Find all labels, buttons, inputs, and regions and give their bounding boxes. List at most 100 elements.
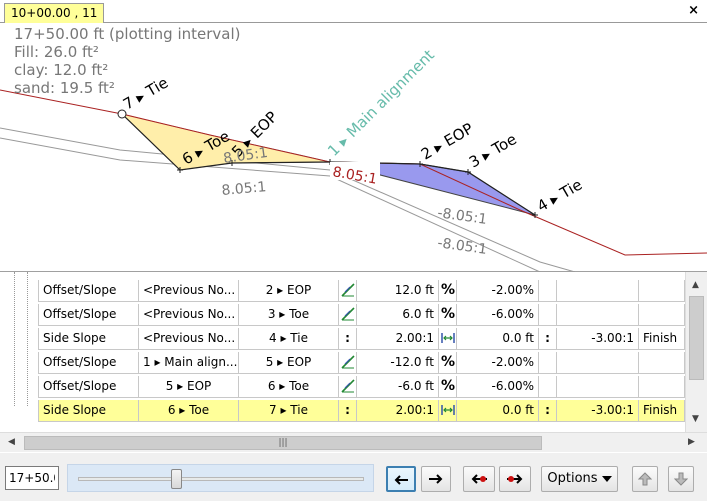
cell-icon-3 xyxy=(539,352,557,374)
slope-label-c: -8.05:1 xyxy=(436,205,488,228)
cell-to[interactable]: 6 ▸ Toe xyxy=(239,376,339,398)
cell-to[interactable]: 7 ▸ Tie xyxy=(239,400,339,422)
cell-value-2[interactable]: -2.00% xyxy=(457,352,539,374)
cell-icon-3 xyxy=(539,304,557,326)
cell-action[interactable] xyxy=(639,304,685,326)
cell-from[interactable]: <Previous No... xyxy=(139,328,239,350)
slope-icon xyxy=(341,355,355,369)
cell-value-2[interactable]: -2.00% xyxy=(457,280,539,302)
cell-value-1[interactable]: -12.0 ft xyxy=(357,352,439,374)
table-row[interactable]: Side Slope <Previous No... 4 ▸ Tie:2.00:1 0… xyxy=(38,328,685,350)
slope-icon xyxy=(341,379,355,393)
cell-value-1[interactable]: -6.0 ft xyxy=(357,376,439,398)
cell-value-1[interactable]: 6.0 ft xyxy=(357,304,439,326)
cell-icon-2: % xyxy=(439,352,457,374)
cell-icon-1 xyxy=(339,352,357,374)
table-row[interactable]: Offset/Slope <Previous No... 2 ▸ EOP 12.0 f… xyxy=(38,280,685,302)
cell-icon-2: % xyxy=(439,304,457,326)
table-row[interactable]: Offset/Slope 1 ▸ Main align... 5 ▸ EOP -12.… xyxy=(38,352,685,374)
options-button[interactable]: Options xyxy=(541,466,618,492)
cell-action[interactable] xyxy=(639,352,685,374)
cell-value-2[interactable]: 0.0 ft xyxy=(457,400,539,422)
cell-type[interactable]: Offset/Slope xyxy=(38,280,139,302)
next-key-station-button[interactable] xyxy=(499,466,531,492)
table-row[interactable]: Offset/Slope <Previous No... 3 ▸ Toe 6.0 ft… xyxy=(38,304,685,326)
cell-value-2[interactable]: -6.00% xyxy=(457,304,539,326)
percent-icon: % xyxy=(441,378,456,394)
vertical-scrollbar[interactable]: ▲ ▼ xyxy=(685,272,707,432)
cell-icon-1: : xyxy=(339,328,357,350)
arrow-left-icon xyxy=(394,475,408,485)
scroll-left-icon[interactable]: ◀ xyxy=(8,437,15,447)
table-row[interactable]: Offset/Slope 5 ▸ EOP 6 ▸ Toe -6.0 ft% -6.00% xyxy=(38,376,685,398)
slider-thumb[interactable] xyxy=(171,469,182,489)
cell-type[interactable]: Offset/Slope xyxy=(38,376,139,398)
cell-type[interactable]: Side Slope xyxy=(38,328,139,350)
cell-action[interactable]: Finish xyxy=(639,328,685,350)
cell-type[interactable]: Side Slope xyxy=(38,400,139,422)
cell-type[interactable]: Offset/Slope xyxy=(38,352,139,374)
ratio-icon: : xyxy=(345,403,350,417)
cell-from[interactable]: <Previous No... xyxy=(139,280,239,302)
template-grid[interactable]: Offset/Slope <Previous No... 2 ▸ EOP 12.0 f… xyxy=(0,272,707,453)
cell-value-1[interactable]: 2.00:1 xyxy=(357,400,439,422)
cell-from[interactable]: 1 ▸ Main align... xyxy=(139,352,239,374)
cell-icon-2 xyxy=(439,328,457,350)
cell-from[interactable]: <Previous No... xyxy=(139,304,239,326)
cell-value-2[interactable]: -6.00% xyxy=(457,376,539,398)
slope-icon xyxy=(341,307,355,321)
tree-line-outer xyxy=(14,272,15,406)
cell-value-3[interactable] xyxy=(557,280,639,302)
section-view[interactable]: 7 ▸ Tie 6 ▸ Toe 5 ▸ EOP 1 ▸ Main alignme… xyxy=(0,0,707,272)
cell-from[interactable]: 6 ▸ Toe xyxy=(139,400,239,422)
cell-value-2[interactable]: 0.0 ft xyxy=(457,328,539,350)
tab-station[interactable]: 10+00.00 , 11 xyxy=(4,3,105,23)
label-p4: 4 ▸ Tie xyxy=(534,176,585,216)
point-7-marker xyxy=(117,109,127,119)
cell-action[interactable] xyxy=(639,280,685,302)
vertical-scroll-thumb[interactable] xyxy=(689,296,704,380)
cell-value-3[interactable] xyxy=(557,376,639,398)
cell-value-1[interactable]: 12.0 ft xyxy=(357,280,439,302)
cell-icon-1 xyxy=(339,280,357,302)
horizontal-scroll-thumb[interactable]: ||| xyxy=(24,436,542,450)
station-input[interactable] xyxy=(5,466,59,490)
previous-station-button[interactable] xyxy=(386,466,416,492)
options-label: Options xyxy=(547,471,598,486)
navigation-bar: Options xyxy=(0,453,707,501)
cell-icon-3: : xyxy=(539,400,557,422)
cell-value-3[interactable] xyxy=(557,304,639,326)
table-row[interactable]: Side Slope 6 ▸ Toe 7 ▸ Tie:2.00:1 0.0 ft: -3… xyxy=(38,400,685,422)
cell-to[interactable]: 5 ▸ EOP xyxy=(239,352,339,374)
arrow-right-icon xyxy=(429,474,443,484)
previous-key-station-button[interactable] xyxy=(463,466,495,492)
slider-track xyxy=(78,477,364,481)
move-down-button[interactable] xyxy=(668,466,694,492)
scroll-up-icon[interactable]: ▲ xyxy=(692,280,699,290)
horizontal-scrollbar[interactable]: ◀ ||| ▶ xyxy=(0,432,707,452)
scroll-right-icon[interactable]: ▶ xyxy=(688,437,695,447)
next-station-button[interactable] xyxy=(421,466,451,492)
width-icon xyxy=(441,405,455,415)
cell-from[interactable]: 5 ▸ EOP xyxy=(139,376,239,398)
scroll-down-icon[interactable]: ▼ xyxy=(692,414,699,424)
cell-to[interactable]: 4 ▸ Tie xyxy=(239,328,339,350)
cell-icon-3: : xyxy=(539,328,557,350)
move-up-button[interactable] xyxy=(632,466,658,492)
cell-value-3[interactable]: -3.00:1 xyxy=(557,400,639,422)
cell-to[interactable]: 2 ▸ EOP xyxy=(239,280,339,302)
cell-value-1[interactable]: 2.00:1 xyxy=(357,328,439,350)
cell-value-3[interactable] xyxy=(557,352,639,374)
cell-action[interactable] xyxy=(639,376,685,398)
cell-value-3[interactable]: -3.00:1 xyxy=(557,328,639,350)
tab-bar-divider xyxy=(0,22,707,23)
cell-icon-2: % xyxy=(439,280,457,302)
station-slider[interactable] xyxy=(67,464,374,492)
arrow-left-point-icon xyxy=(471,474,487,484)
cell-action[interactable]: Finish xyxy=(639,400,685,422)
cell-type[interactable]: Offset/Slope xyxy=(38,304,139,326)
ratio-icon: : xyxy=(345,331,350,345)
width-icon xyxy=(441,333,455,343)
cell-to[interactable]: 3 ▸ Toe xyxy=(239,304,339,326)
close-icon[interactable]: × xyxy=(688,3,699,19)
